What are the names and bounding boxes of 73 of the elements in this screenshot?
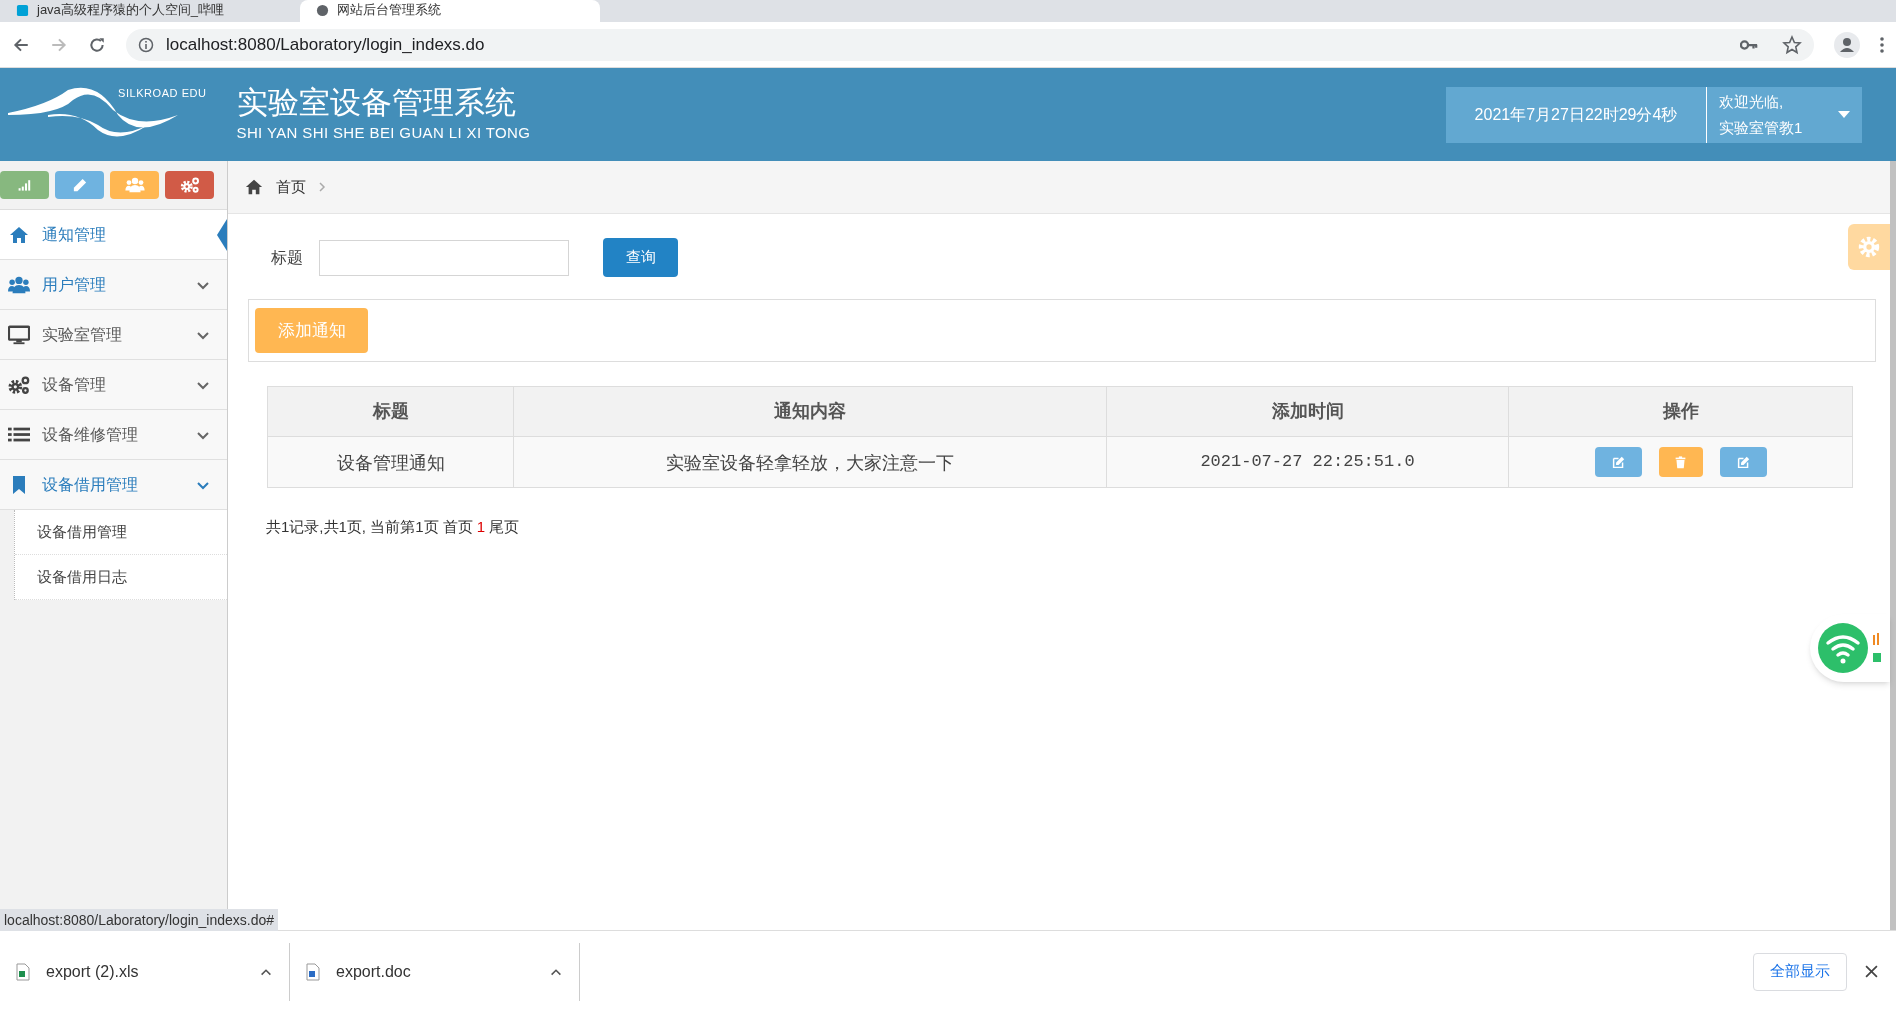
reload-icon[interactable] — [88, 35, 106, 54]
current-page-link[interactable]: 1 — [476, 516, 486, 539]
more-icon[interactable] — [1880, 36, 1884, 53]
datetime-display: 2021年7月27日22时29分4秒 — [1446, 86, 1706, 143]
chevron-right-icon — [318, 181, 326, 193]
download-item[interactable]: export.doc — [290, 942, 580, 1001]
table-cell: 设备管理通知 — [267, 436, 514, 488]
show-all-button[interactable]: 全部显示 — [1753, 952, 1847, 991]
title-input-field[interactable] — [319, 239, 569, 276]
spreadsheet-file-icon — [16, 962, 30, 981]
shortcut-button[interactable] — [110, 171, 159, 199]
settings-button[interactable] — [1848, 224, 1890, 270]
settings-icon — [1857, 235, 1881, 259]
sidebar-item[interactable]: 设备维修管理 — [0, 410, 227, 460]
pointer-icon — [217, 219, 227, 251]
key-icon[interactable] — [1740, 38, 1758, 51]
shortcut-button[interactable] — [165, 171, 214, 199]
search-label: 标题 — [271, 247, 303, 268]
welcome-text: 欢迎光临, — [1719, 91, 1785, 112]
column-header: 添加时间 — [1106, 386, 1509, 437]
home-icon — [244, 178, 264, 196]
submenu-item[interactable]: 设备借用管理 — [15, 510, 227, 555]
url-text: localhost:8080/Laboratory/login_indexs.do — [166, 33, 486, 56]
monitor-icon — [8, 324, 30, 345]
star-icon[interactable] — [1782, 34, 1802, 55]
shortcut-button[interactable] — [55, 171, 104, 199]
users-icon — [8, 274, 30, 295]
address-bar[interactable]: localhost:8080/Laboratory/login_indexs.do — [126, 28, 1814, 61]
users-icon — [124, 177, 145, 193]
logo-text: SILKROAD EDU — [118, 86, 207, 101]
sidebar-item[interactable]: 实验室管理 — [0, 310, 227, 360]
caret-icon — [1838, 110, 1850, 119]
breadcrumb-link[interactable]: 首页 — [276, 175, 306, 199]
info-icon — [138, 36, 154, 53]
edit-button[interactable] — [1594, 447, 1642, 477]
last-page-link[interactable]: 尾页 — [489, 516, 520, 539]
profile-icon[interactable] — [1834, 31, 1860, 58]
sidebar-item[interactable]: 设备管理 — [0, 360, 227, 410]
sidebar-item[interactable]: 通知管理 — [0, 210, 227, 260]
download-item[interactable]: export (2).xls — [0, 942, 290, 1001]
pagination-summary: 共1记录,共1页, 当前第1页 首页 — [266, 517, 473, 537]
trash-icon — [1674, 455, 1687, 469]
gears-icon — [8, 374, 30, 395]
close-icon[interactable] — [1865, 965, 1878, 978]
edit-button[interactable] — [1719, 447, 1767, 477]
edit-icon — [1736, 455, 1750, 469]
query-button[interactable]: 查询 — [603, 238, 678, 277]
page-icon — [16, 4, 29, 17]
signal-bars-icon — [16, 178, 33, 192]
pencil-icon — [71, 178, 88, 192]
gears-icon — [179, 177, 200, 193]
column-header: 标题 — [267, 386, 514, 437]
submenu-item[interactable]: 设备借用日志 — [15, 555, 227, 600]
sidebar-item[interactable]: 设备借用管理 — [0, 460, 227, 510]
app-subtitle: SHI YAN SHI SHE BEI GUAN LI XI TONG — [236, 123, 531, 144]
globe-icon — [316, 4, 329, 17]
edit-icon — [1611, 455, 1625, 469]
document-file-icon — [306, 962, 320, 981]
browser-tab[interactable]: 网站后台管理系统 — [300, 0, 600, 22]
delete-button[interactable] — [1658, 447, 1703, 477]
column-header: 操作 — [1508, 386, 1853, 437]
app-title: 实验室设备管理系统 — [236, 84, 517, 123]
transfer-icon — [1872, 633, 1882, 663]
column-header: 通知内容 — [513, 386, 1107, 437]
table-cell: 实验室设备轻拿轻放，大家注意一下 — [513, 436, 1107, 488]
home-icon — [8, 224, 30, 245]
shortcut-button[interactable] — [0, 171, 49, 199]
wifi-icon — [1818, 623, 1868, 673]
network-widget[interactable] — [1810, 614, 1890, 682]
status-url-text: localhost:8080/Laboratory/login_indexs.do# — [0, 909, 279, 931]
sidebar-item[interactable]: 用户管理 — [0, 260, 227, 310]
user-name: 实验室管教1 — [1719, 117, 1803, 138]
table-cell: 2021-07-27 22:25:51.0 — [1106, 436, 1509, 488]
